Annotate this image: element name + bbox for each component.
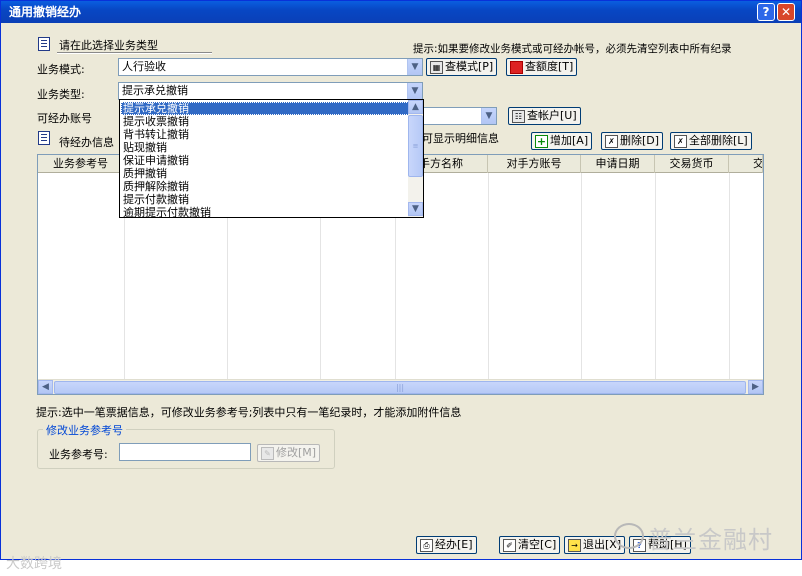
query-quota-label: 查额度[T] [525,60,574,73]
column-divider [729,173,730,380]
delete-all-label: 全部删除[L] [689,134,748,147]
type-dropdown-list[interactable]: 提示承兑撤销 提示收票撤销 背书转让撤销 贴现撤销 保证申请撤销 质押撤销 质押… [119,99,424,218]
edit-icon: ✎ [261,446,274,460]
column-header[interactable]: 申请日期 [581,155,655,173]
detail-hint: 可显示明细信息 [422,132,499,145]
pending-label: 待经办信息 [59,136,114,149]
list-item[interactable]: 质押解除撤销 [121,180,409,193]
wechat-logo-icon [614,523,644,549]
exit-icon: → [568,538,581,552]
query-account-label: 查帐户[U] [527,109,577,122]
query-mode-label: 查模式[P] [445,60,494,73]
mode-value: 人行验收 [122,60,166,73]
mode-label: 业务模式: [37,63,85,76]
column-header[interactable]: 交 [729,155,763,173]
horizontal-scrollbar[interactable]: ◀ ||| ▶ [38,379,763,394]
section-divider [57,52,212,53]
modify-group-title: 修改业务参考号 [43,422,126,438]
delete-button[interactable]: ✗ 删除[D] [601,132,664,150]
list-item[interactable]: 提示付款撤销 [121,193,409,206]
list-item[interactable]: 背书转让撤销 [121,128,409,141]
document-icon [38,37,50,51]
query-quota-button[interactable]: 查额度[T] [506,58,578,76]
mode-select[interactable]: 人行验收 ▼ [118,58,423,76]
account-label: 可经办账号 [37,112,92,125]
section-title: 请在此选择业务类型 [59,39,158,52]
column-divider [488,173,489,380]
list-item[interactable]: 保证申请撤销 [121,154,409,167]
chevron-down-icon[interactable]: ▼ [407,59,422,75]
type-select[interactable]: 提示承兑撤销 ▼ [118,82,423,100]
delete-icon: ✗ [605,134,618,148]
delete-all-icon: ✗ [674,134,687,148]
scroll-down-icon[interactable]: ▼ [408,202,423,216]
brush-icon: ✐ [503,538,516,552]
column-divider [655,173,656,380]
list-item[interactable]: 质押撤销 [121,167,409,180]
handle-label: 经办[E] [435,538,473,551]
handle-button[interactable]: ⎙ 经办[E] [416,536,477,554]
modify-label: 修改[M] [276,446,317,459]
reference-label: 业务参考号: [49,448,108,461]
reference-input[interactable] [119,443,251,461]
query-account-button[interactable]: ☷ 查帐户[U] [508,107,581,125]
clear-button[interactable]: ✐ 清空[C] [499,536,561,554]
type-label: 业务类型: [37,88,85,101]
brand-watermark: 普兰金融村 [648,526,773,554]
scroll-up-icon[interactable]: ▲ [408,100,423,114]
add-label: 增加[A] [550,134,589,147]
dialog-window: 通用撤销经办 ? ✕ 请在此选择业务类型 提示:如果要修改业务模式或可经办帐号，… [0,0,802,560]
delete-all-button[interactable]: ✗ 全部删除[L] [670,132,752,150]
window-title: 通用撤销经办 [9,5,82,19]
title-bar: 通用撤销经办 [1,1,801,23]
scroll-right-icon[interactable]: ▶ [748,380,763,394]
account-icon: ☷ [512,109,525,123]
list-item[interactable]: 逾期提示付款撤销 [121,206,409,217]
calculator-icon [510,60,523,74]
print-icon: ⎙ [420,538,433,552]
corner-watermark: 大数跨境 [6,556,62,572]
add-button[interactable]: + 增加[A] [531,132,593,150]
column-divider [581,173,582,380]
help-icon[interactable]: ? [757,3,775,21]
top-hint: 提示:如果要修改业务模式或可经办帐号，必须先清空列表中所有纪录 [413,43,732,55]
scroll-left-icon[interactable]: ◀ [38,380,53,394]
column-header[interactable]: 业务参考号 [38,155,124,173]
scroll-thumb[interactable]: ||| [54,381,746,394]
query-mode-button[interactable]: ▦ 查模式[P] [426,58,498,76]
list-item[interactable]: 贴现撤销 [121,141,409,154]
delete-label: 删除[D] [620,134,660,147]
list-item[interactable]: 提示承兑撤销 [121,102,409,115]
chevron-down-icon[interactable]: ▼ [407,83,422,99]
scroll-thumb[interactable]: ≡ [408,115,423,177]
type-value: 提示承兑撤销 [122,84,188,97]
chevron-down-icon[interactable]: ▼ [481,108,496,124]
close-icon[interactable]: ✕ [777,3,795,21]
bottom-hint: 提示:选中一笔票据信息，可修改业务参考号;列表中只有一笔纪录时，才能添加附件信息 [36,406,462,419]
column-header[interactable]: 交易货币 [655,155,729,173]
vertical-scrollbar[interactable]: ▲ ≡ ▼ [408,100,423,217]
account-select[interactable]: ▼ [423,107,497,125]
list-item[interactable]: 提示收票撤销 [121,115,409,128]
modify-button[interactable]: ✎ 修改[M] [257,444,321,462]
grid-icon: ▦ [430,60,443,74]
document-icon [38,131,50,145]
column-header[interactable]: 对手方账号 [488,155,581,173]
clear-label: 清空[C] [518,538,557,551]
plus-icon: + [535,134,548,148]
